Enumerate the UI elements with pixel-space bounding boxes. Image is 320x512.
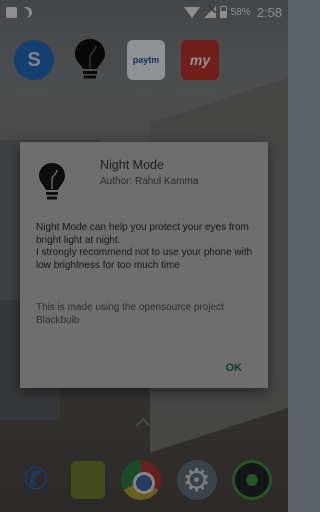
dialog-title: Night Mode [100, 158, 164, 172]
dialog-message: Night Mode can help you protect your eye… [36, 222, 253, 271]
ok-button[interactable]: OK [226, 362, 243, 374]
dialog-header: Night Mode Author: Rahul Kamma [36, 158, 254, 202]
dialog-titles: Night Mode Author: Rahul Kamma [100, 158, 198, 187]
dialog-footer-text: This is made using the opensource projec… [36, 302, 224, 326]
night-mode-dialog: Night Mode Author: Rahul Kamma Night Mod… [20, 142, 268, 388]
lightbulb-icon [39, 163, 65, 200]
dialog-author: Author: Rahul Kamma [100, 176, 199, 187]
